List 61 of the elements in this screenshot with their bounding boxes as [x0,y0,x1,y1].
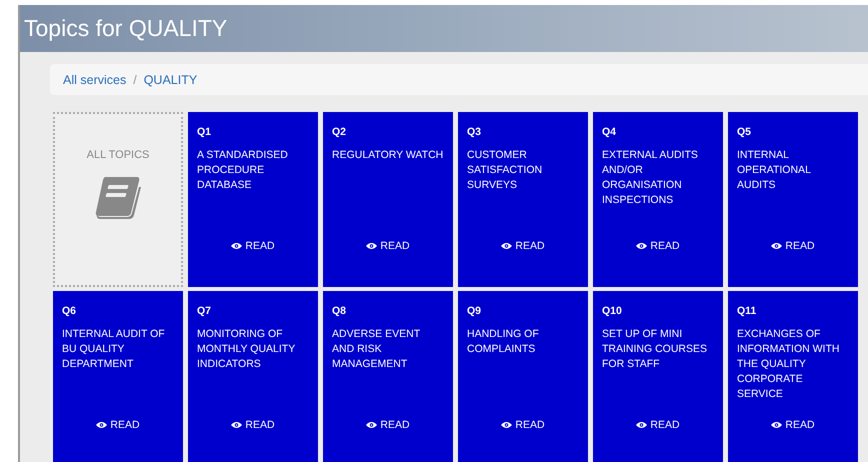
topic-title: CUSTOMER SATISFACTION SURVEYS [467,148,544,193]
topic-tile[interactable]: Q11 EXCHANGES OF INFORMATION WITH THE QUALITY CORPORATE SERVICE READ [728,291,858,462]
all-topics-label: ALL TOPICS [86,149,150,161]
read-link[interactable]: READ [323,419,453,431]
read-link[interactable]: READ [458,419,588,431]
breadcrumb-link[interactable]: QUALITY [144,72,198,86]
read-link[interactable]: READ [458,240,588,252]
topic-code: Q9 [467,305,482,317]
eye-icon [501,242,512,250]
eye-icon [366,242,378,250]
read-link[interactable]: READ [188,419,318,431]
read-link[interactable]: READ [593,240,723,252]
eye-icon [366,421,378,429]
book-icon [93,175,143,221]
read-link[interactable]: READ [728,240,858,252]
topic-code: Q8 [332,305,348,317]
breadcrumb-link[interactable]: All services [63,72,126,86]
topic-code: Q6 [62,305,78,317]
eye-icon [501,421,512,429]
topic-title: INTERNAL AUDIT OF BU QUALITY DEPARTMENT [62,327,166,372]
topic-title: A STANDARDISED PROCEDURE DATABASE [197,148,289,193]
topic-tile[interactable]: Q8 ADVERSE EVENT AND RISK MANAGEMENT READ [323,291,453,462]
eye-icon [96,421,108,429]
topic-title: HANDLING OF COMPLAINTS [467,327,540,357]
topic-title: ADVERSE EVENT AND RISK MANAGEMENT [332,327,421,372]
topic-code: Q5 [737,126,752,138]
topic-code: Q2 [332,126,348,138]
topic-tile[interactable]: Q1 A STANDARDISED PROCEDURE DATABASE READ [188,112,318,287]
eye-icon [636,242,648,250]
topic-title: MONITORING OF MONTHLY QUALITY INDICATORS [197,327,296,372]
topic-tile[interactable]: Q3 CUSTOMER SATISFACTION SURVEYS READ [458,112,588,287]
topic-code: Q3 [467,126,482,138]
topic-code: Q4 [602,126,618,138]
breadcrumb-separator: / [133,72,137,86]
read-link[interactable]: READ [53,419,183,431]
read-link[interactable]: READ [323,240,453,252]
read-link[interactable]: READ [728,419,858,431]
eye-icon [636,421,648,429]
topic-code: Q10 [602,305,623,317]
topic-title: EXTERNAL AUDITS AND/OR ORGANISATION INSPECTIONS [602,148,699,208]
topic-title: INTERNAL OPERATIONAL AUDITS [737,148,812,193]
read-link[interactable]: READ [188,240,318,252]
topic-tile[interactable]: Q2 REGULATORY WATCH READ [323,112,453,287]
read-link[interactable]: READ [593,419,723,431]
topic-title: EXCHANGES OF INFORMATION WITH THE QUALITY CORPORATE SERVICE [737,327,840,402]
topic-tile[interactable]: Q5 INTERNAL OPERATIONAL AUDITS READ [728,112,858,287]
topic-code: Q1 [197,126,212,138]
topic-tile[interactable]: Q7 MONITORING OF MONTHLY QUALITY INDICATORS READ [188,291,318,462]
topic-tile[interactable]: Q10 SET UP OF MINI TRAINING COURSES FOR STAFF READ [593,291,723,462]
topic-code: Q11 [737,305,758,317]
topic-tile[interactable]: Q9 HANDLING OF COMPLAINTS READ [458,291,588,462]
eye-icon [771,242,782,250]
eye-icon [231,421,242,429]
eye-icon [231,242,242,250]
eye-icon [771,421,782,429]
topic-tile[interactable]: Q4 EXTERNAL AUDITS AND/OR ORGANISATION INSPECTIONS READ [593,112,723,287]
topic-code: Q7 [197,305,212,317]
topic-title: SET UP OF MINI TRAINING COURSES FOR STAFF [602,327,708,372]
page-title: Topics for QUALITY [24,15,228,42]
topic-tile[interactable]: Q6 INTERNAL AUDIT OF BU QUALITY DEPARTMENT READ [53,291,183,462]
topic-title: REGULATORY WATCH [332,148,444,163]
